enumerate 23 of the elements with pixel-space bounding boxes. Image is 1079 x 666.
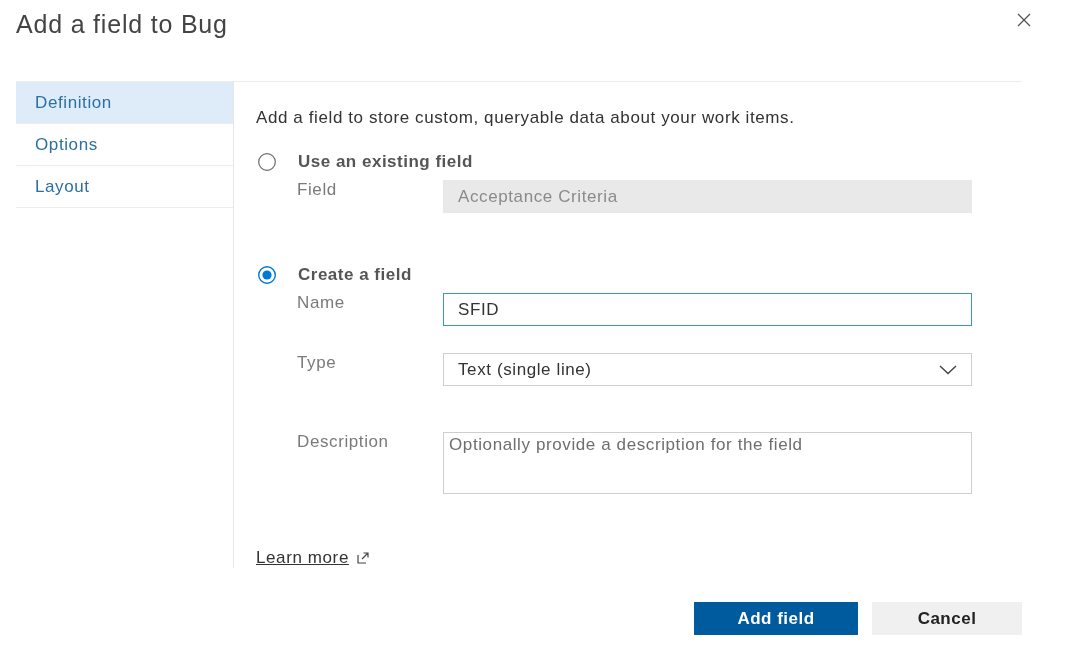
cancel-button[interactable]: Cancel bbox=[872, 602, 1022, 635]
field-label: Name bbox=[297, 293, 346, 313]
description-field[interactable]: Optionally provide a description for the field bbox=[443, 432, 972, 494]
type-dropdown[interactable]: Text (single line) bbox=[443, 353, 972, 386]
radio-option[interactable]: Create a field bbox=[258, 264, 412, 286]
add-field-button[interactable]: Add field bbox=[694, 602, 858, 635]
intro-text: Add a field to store custom, queryable data about your work items. bbox=[256, 107, 795, 129]
learn-more-link[interactable]: Learn more bbox=[256, 547, 369, 569]
text-field[interactable]: SFID bbox=[443, 293, 972, 326]
radio-option[interactable]: Use an existing field bbox=[258, 151, 473, 173]
field-label: Description bbox=[297, 432, 390, 452]
field-label: Field bbox=[297, 180, 338, 200]
external-link-icon bbox=[356, 552, 369, 564]
dialog-title: Add a field to Bug bbox=[16, 9, 228, 40]
close-button[interactable] bbox=[1016, 12, 1032, 28]
field-label: Type bbox=[297, 353, 338, 373]
chevron-down-icon bbox=[939, 364, 957, 375]
sidebar-tab[interactable]: Definition bbox=[16, 82, 233, 124]
radio-label: Use an existing field bbox=[298, 151, 473, 174]
radio-icon[interactable] bbox=[258, 266, 276, 284]
radio-label: Create a field bbox=[298, 264, 412, 287]
close-icon bbox=[1017, 13, 1031, 27]
radio-icon[interactable] bbox=[258, 153, 276, 171]
